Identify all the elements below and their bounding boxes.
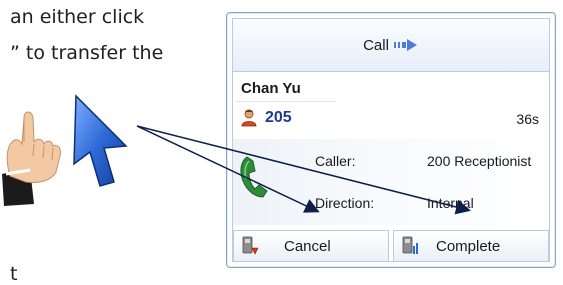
phone-handset-icon	[240, 156, 268, 198]
caller-label: Caller:	[315, 153, 356, 169]
tutorial-text-line: t	[10, 263, 18, 285]
mouse-cursor-icon	[73, 94, 128, 187]
caller-value: 200 Receptionist	[427, 153, 532, 169]
call-transfer-panel: Call Chan Yu 205 36s Caller: 200 Recepti…	[226, 12, 556, 268]
cancel-button[interactable]: Cancel	[233, 230, 389, 262]
pointing-hand-icon	[2, 111, 61, 206]
complete-button-label: Complete	[436, 237, 501, 255]
cancel-button-label: Cancel	[284, 237, 331, 255]
call-details: Caller: 200 Receptionist Direction: Inte…	[233, 139, 549, 225]
caller-extension: 205	[265, 109, 292, 126]
divider	[236, 101, 336, 102]
complete-transfer-icon	[402, 236, 418, 254]
caller-name: Chan Yu	[241, 80, 301, 97]
call-header[interactable]: Call	[233, 19, 549, 72]
direction-label: Direction:	[315, 195, 375, 211]
call-duration: 36s	[516, 111, 539, 127]
cancel-transfer-icon	[242, 236, 259, 255]
tutorial-text-line: ” to transfer the	[10, 42, 164, 64]
complete-button[interactable]: Complete	[393, 230, 549, 262]
call-header-label: Call	[363, 36, 389, 54]
person-icon	[241, 109, 257, 127]
right-arrow-icon	[393, 39, 417, 51]
direction-value: Internal	[427, 195, 474, 211]
tutorial-text-line: an either click	[10, 6, 145, 28]
call-panel-body: Call Chan Yu 205 36s Caller: 200 Recepti…	[232, 18, 550, 262]
tutorial-screenshot: an either click ” to transfer the t Call	[0, 0, 563, 285]
